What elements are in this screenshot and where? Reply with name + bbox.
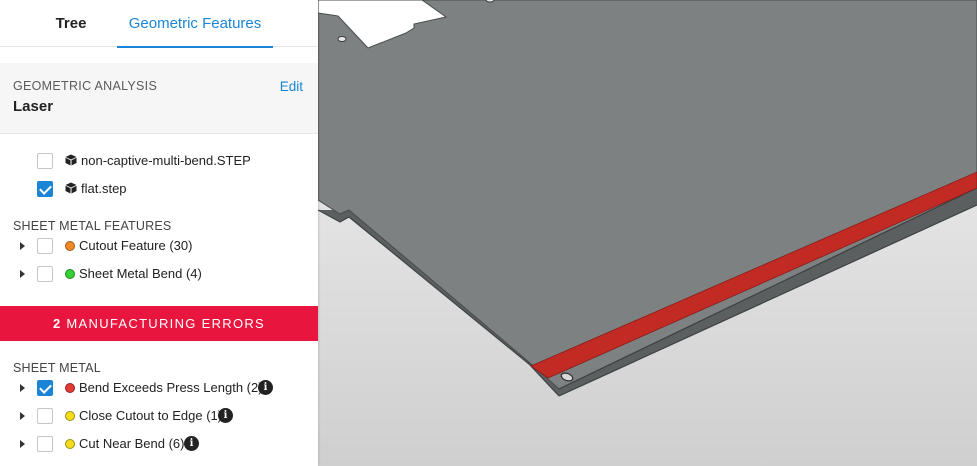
tab-tree[interactable]: Tree (30, 0, 112, 47)
manufacturing-errors-banner: 2 MANUFACTURING ERRORS (0, 306, 318, 341)
error-label: Cut Near Bend (6) (79, 436, 185, 451)
error-checkbox[interactable] (37, 408, 53, 424)
error-color-dot (65, 411, 75, 421)
3d-viewport[interactable] (318, 0, 977, 466)
expand-caret-icon[interactable] (20, 384, 25, 392)
feature-checkbox[interactable] (37, 266, 53, 282)
error-checkbox[interactable] (37, 436, 53, 452)
file-name: non-captive-multi-bend.STEP (81, 153, 251, 168)
feature-row: Cutout Feature (30) (0, 232, 318, 260)
expand-caret-icon[interactable] (20, 270, 25, 278)
feature-color-dot (65, 241, 75, 251)
tab-geometric-features[interactable]: Geometric Features (117, 0, 273, 48)
error-count: 2 (52, 316, 62, 331)
feature-checkbox[interactable] (37, 238, 53, 254)
error-row: Close Cutout to Edge (1) i (0, 402, 318, 430)
error-checkbox[interactable] (37, 380, 53, 396)
hole-feature[interactable] (337, 36, 347, 42)
file-checkbox[interactable] (37, 181, 53, 197)
analysis-process-value: Laser (13, 98, 54, 115)
sheet-metal-heading: SHEET METAL (13, 361, 101, 375)
feature-color-dot (65, 269, 75, 279)
error-color-dot (65, 383, 75, 393)
feature-label: Sheet Metal Bend (4) (79, 266, 202, 281)
error-row: Bend Exceeds Press Length (2) i (0, 374, 318, 402)
side-panel: Tree Geometric Features GEOMETRIC ANALYS… (0, 0, 318, 466)
error-color-dot (65, 439, 75, 449)
file-row: flat.step (0, 175, 318, 203)
file-checkbox[interactable] (37, 153, 53, 169)
error-label: Close Cutout to Edge (1) (79, 408, 223, 423)
edit-analysis-link[interactable]: Edit (280, 79, 303, 94)
expand-caret-icon[interactable] (20, 440, 25, 448)
expand-caret-icon[interactable] (20, 412, 25, 420)
panel-tabs: Tree Geometric Features (0, 0, 318, 48)
analysis-label: GEOMETRIC ANALYSIS (13, 79, 158, 93)
file-row: non-captive-multi-bend.STEP (0, 147, 318, 175)
info-icon[interactable]: i (184, 436, 199, 451)
expand-caret-icon[interactable] (20, 242, 25, 250)
info-icon[interactable]: i (258, 380, 273, 395)
feature-row: Sheet Metal Bend (4) (0, 260, 318, 288)
file-name: flat.step (81, 181, 127, 196)
info-icon[interactable]: i (218, 408, 233, 423)
cube-icon (65, 182, 77, 194)
cube-icon (65, 154, 77, 166)
error-label: Bend Exceeds Press Length (2) (79, 380, 263, 395)
sheet-metal-part-model[interactable] (318, 0, 977, 466)
error-banner-text: MANUFACTURING ERRORS (66, 316, 266, 331)
geometric-analysis-header: GEOMETRIC ANALYSIS Laser Edit (0, 63, 318, 134)
feature-label: Cutout Feature (30) (79, 238, 193, 253)
sheet-metal-features-heading: SHEET METAL FEATURES (13, 219, 172, 233)
error-row: Cut Near Bend (6) i (0, 430, 318, 458)
